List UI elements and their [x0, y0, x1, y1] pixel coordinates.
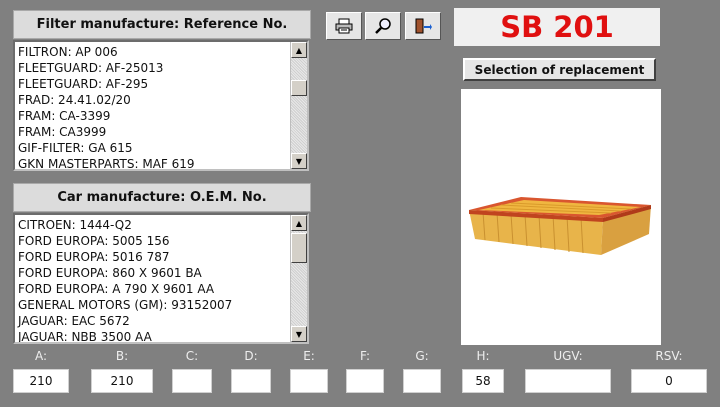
filter-reference-list[interactable]: FILTRON: AP 006 FLEETGUARD: AF-25013 FLE…	[13, 40, 309, 171]
dim-label-d: D:	[244, 349, 258, 363]
product-image	[461, 89, 661, 345]
list-item[interactable]: FORD EUROPA: A 790 X 9601 AA	[18, 281, 307, 297]
dim-label-h: H:	[476, 349, 490, 363]
list-item[interactable]: FRAM: CA-3399	[18, 108, 307, 124]
dim-label-b: B:	[115, 349, 129, 363]
dim-field-e[interactable]	[290, 369, 328, 393]
scroll-up-icon[interactable]: ▲	[291, 42, 307, 58]
dim-label-ugv: UGV:	[553, 349, 583, 363]
dim-label-c: C:	[185, 349, 199, 363]
scroll-up-icon[interactable]: ▲	[291, 215, 307, 231]
dim-field-ugv[interactable]	[525, 369, 611, 393]
dim-label-rsv: RSV:	[655, 349, 683, 363]
dim-field-b[interactable]: 210	[91, 369, 153, 393]
printer-icon	[335, 18, 353, 34]
scroll-down-icon[interactable]: ▼	[291, 326, 307, 342]
scroll-thumb[interactable]	[291, 80, 307, 96]
list-item[interactable]: FORD EUROPA: 5005 156	[18, 233, 307, 249]
list-item[interactable]: GKN MASTERPARTS: MAF 619	[18, 156, 307, 169]
exit-button[interactable]	[405, 12, 441, 40]
list-item[interactable]: FLEETGUARD: AF-25013	[18, 60, 307, 76]
product-title: SB 201	[454, 8, 660, 46]
air-filter-image	[469, 197, 651, 255]
list-item[interactable]: CITROEN: 1444-Q2	[18, 217, 307, 233]
dim-field-a[interactable]: 210	[13, 369, 69, 393]
exit-door-icon	[415, 18, 432, 34]
list-item[interactable]: FRAD: 24.41.02/20	[18, 92, 307, 108]
dim-label-a: A:	[34, 349, 48, 363]
list-item[interactable]: FORD EUROPA: 860 X 9601 BA	[18, 265, 307, 281]
car-panel-title: Car manufacture: O.E.M. No.	[57, 190, 267, 205]
dim-field-d[interactable]	[231, 369, 271, 393]
dim-label-e: E:	[303, 349, 315, 363]
dim-field-f[interactable]	[346, 369, 384, 393]
list-item[interactable]: JAGUAR: EAC 5672	[18, 313, 307, 329]
car-panel-header: Car manufacture: O.E.M. No.	[13, 183, 311, 212]
dim-field-g[interactable]	[403, 369, 441, 393]
list-item[interactable]: FILTRON: AP 006	[18, 44, 307, 60]
scroll-thumb[interactable]	[291, 233, 307, 263]
dim-field-rsv[interactable]: 0	[631, 369, 707, 393]
magnifier-icon	[375, 18, 391, 34]
product-code: SB 201	[500, 10, 614, 44]
list-item[interactable]: JAGUAR: NBB 3500 AA	[18, 329, 307, 342]
list-item[interactable]: FORD EUROPA: 5016 787	[18, 249, 307, 265]
list-item[interactable]: GIF-FILTER: GA 615	[18, 140, 307, 156]
dim-label-f: F:	[359, 349, 370, 363]
dim-field-c[interactable]	[172, 369, 212, 393]
filter-panel-title: Filter manufacture: Reference No.	[36, 17, 288, 32]
dim-field-h[interactable]: 58	[462, 369, 504, 393]
list-item[interactable]: FLEETGUARD: AF-295	[18, 76, 307, 92]
filter-panel-header: Filter manufacture: Reference No.	[13, 10, 311, 39]
filter-list-scrollbar[interactable]: ▲ ▼	[290, 42, 307, 169]
dim-label-g: G:	[415, 349, 429, 363]
list-item[interactable]: FRAM: CA3999	[18, 124, 307, 140]
scroll-down-icon[interactable]: ▼	[291, 153, 307, 169]
car-list-scrollbar[interactable]: ▲ ▼	[290, 215, 307, 342]
list-item[interactable]: GENERAL MOTORS (GM): 93152007	[18, 297, 307, 313]
replacement-button[interactable]: Selection of replacement	[463, 58, 656, 81]
print-button[interactable]	[326, 12, 362, 40]
replacement-button-label: Selection of replacement	[474, 62, 645, 77]
car-oem-list[interactable]: CITROEN: 1444-Q2 FORD EUROPA: 5005 156 F…	[13, 213, 309, 344]
search-button[interactable]	[365, 12, 401, 40]
